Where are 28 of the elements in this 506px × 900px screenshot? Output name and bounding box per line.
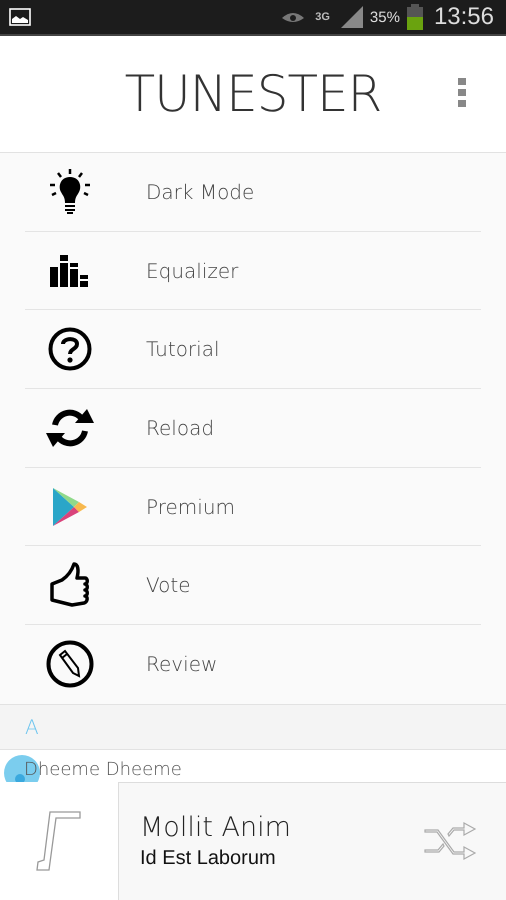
eye-icon [281, 10, 306, 24]
menu-item[interactable]: Premium [25, 468, 481, 546]
lightbulb-icon [49, 168, 91, 215]
pencil-icon [46, 640, 94, 688]
track-title: Mollit Anim [140, 812, 292, 844]
reload-icon [45, 406, 95, 449]
menu-item[interactable]: Equalizer [25, 232, 481, 310]
network-label: 3G [315, 11, 330, 23]
section-letter: A [25, 714, 39, 739]
gallery-icon [9, 8, 31, 26]
menu-item[interactable]: Vote [25, 546, 481, 626]
menu-item[interactable]: Tutorial [25, 310, 481, 390]
help-icon [48, 327, 92, 372]
signal-icon [340, 6, 364, 28]
music-note-icon [36, 810, 82, 872]
menu-item[interactable]: Review [25, 625, 481, 704]
shuffle-button[interactable] [424, 822, 476, 860]
battery-percent: 35% [370, 8, 400, 26]
menu-item[interactable]: Dark Mode [25, 153, 481, 232]
play-store-icon [52, 486, 88, 527]
overflow-menu-button[interactable] [458, 78, 466, 108]
menu-item[interactable]: Reload [25, 389, 481, 468]
track-artist: Id Est Laborum [140, 847, 277, 870]
app-title: TUNESTER [124, 65, 382, 123]
battery-icon [406, 4, 424, 30]
equalizer-icon [50, 254, 90, 287]
thumbs-up-icon [50, 562, 90, 608]
clock: 13:56 [434, 3, 494, 31]
